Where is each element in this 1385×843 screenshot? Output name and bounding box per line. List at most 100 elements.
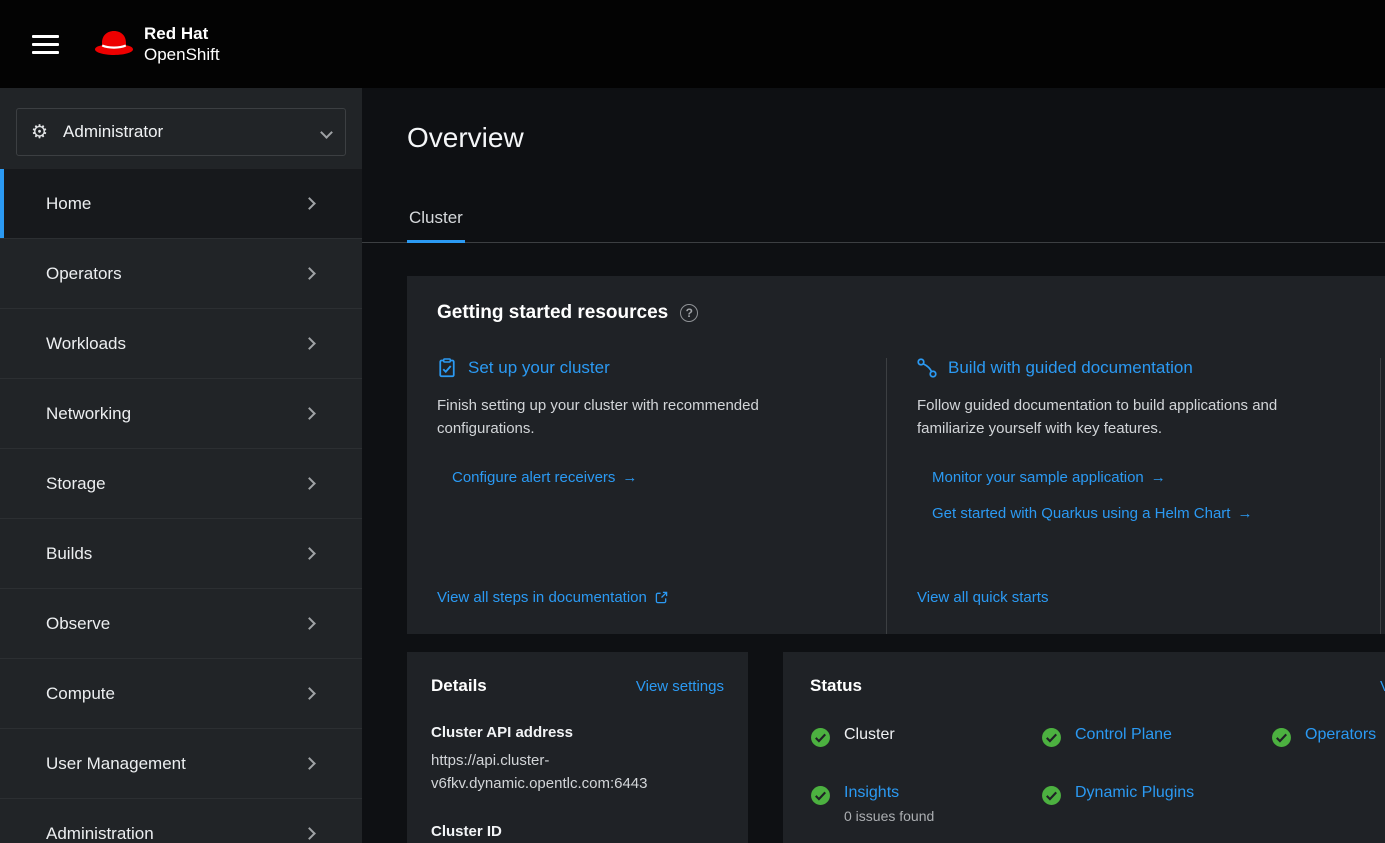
chevron-right-icon bbox=[303, 337, 316, 350]
guided-documentation-section: Build with guided documentation Follow g… bbox=[887, 358, 1381, 634]
cluster-api-address-label: Cluster API address bbox=[431, 724, 724, 741]
perspective-label: Administrator bbox=[63, 122, 163, 142]
cluster-status-label: Cluster bbox=[844, 726, 895, 744]
view-all-quick-starts-link[interactable]: View all quick starts bbox=[917, 589, 1048, 606]
setup-cluster-description: Finish setting up your cluster with reco… bbox=[437, 394, 787, 441]
tab-cluster-label: Cluster bbox=[409, 208, 463, 227]
dashboard-cards-row: Details View settings Cluster API addres… bbox=[407, 652, 1385, 843]
check-circle-icon bbox=[810, 785, 831, 806]
chevron-right-icon bbox=[303, 547, 316, 560]
monitor-sample-application-link[interactable]: Monitor your sample application→ bbox=[932, 469, 1350, 486]
getting-started-title-row: Getting started resources ? bbox=[407, 302, 1385, 324]
status-card: Status V Cluster bbox=[783, 652, 1385, 843]
guided-documentation-heading-link[interactable]: Build with guided documentation bbox=[948, 358, 1193, 378]
insights-link[interactable]: Insights bbox=[844, 784, 899, 801]
link-label: Configure alert receivers bbox=[452, 469, 615, 486]
sidebar-item-compute[interactable]: Compute bbox=[0, 658, 362, 728]
chevron-right-icon bbox=[303, 267, 316, 280]
link-label: Monitor your sample application bbox=[932, 469, 1144, 486]
chevron-right-icon bbox=[303, 407, 316, 420]
status-item-control-plane: Control Plane bbox=[1041, 726, 1271, 748]
check-circle-icon bbox=[1041, 785, 1062, 806]
status-item-insights: Insights 0 issues found bbox=[810, 784, 1041, 824]
masthead: Red Hat OpenShift bbox=[0, 0, 1385, 88]
perspective-switcher[interactable]: ⚙ Administrator bbox=[16, 108, 346, 156]
guided-documentation-links: Monitor your sample application→ Get sta… bbox=[932, 469, 1350, 522]
chevron-down-icon bbox=[320, 126, 333, 139]
view-all-steps-link[interactable]: View all steps in documentation bbox=[437, 589, 668, 606]
nav-item-label: Builds bbox=[46, 544, 92, 564]
check-circle-icon bbox=[1041, 727, 1062, 748]
nav-item-label: Observe bbox=[46, 614, 110, 634]
redhat-fedora-icon bbox=[93, 28, 135, 60]
status-item-dynamic-plugins: Dynamic Plugins bbox=[1041, 784, 1271, 824]
sidebar-item-administration[interactable]: Administration bbox=[0, 798, 362, 843]
sidebar-item-home[interactable]: Home bbox=[0, 168, 362, 238]
nav-toggle-button[interactable] bbox=[26, 24, 65, 65]
sidebar-item-builds[interactable]: Builds bbox=[0, 518, 362, 588]
guided-documentation-heading-row: Build with guided documentation bbox=[917, 358, 1350, 378]
getting-started-card: Getting started resources ? Set up your … bbox=[407, 276, 1385, 634]
sidebar-item-workloads[interactable]: Workloads bbox=[0, 308, 362, 378]
details-card-head: Details View settings bbox=[431, 676, 724, 696]
insights-status-text: Insights 0 issues found bbox=[844, 784, 934, 824]
chevron-right-icon bbox=[303, 687, 316, 700]
sidebar-item-operators[interactable]: Operators bbox=[0, 238, 362, 308]
status-grid: Cluster Control Plane bbox=[810, 726, 1385, 824]
nav-item-label: Workloads bbox=[46, 334, 126, 354]
arrow-right-icon: → bbox=[622, 469, 637, 486]
overview-dashboard: Getting started resources ? Set up your … bbox=[362, 243, 1385, 843]
dynamic-plugins-link[interactable]: Dynamic Plugins bbox=[1075, 784, 1194, 802]
setup-cluster-heading-row: Set up your cluster bbox=[437, 358, 856, 378]
chevron-right-icon bbox=[303, 757, 316, 770]
view-settings-link[interactable]: View settings bbox=[636, 678, 724, 695]
operators-link[interactable]: Operators bbox=[1305, 726, 1376, 744]
guided-docs-icon bbox=[917, 358, 937, 378]
brand-logo[interactable]: Red Hat OpenShift bbox=[93, 23, 220, 66]
nav-item-label: Compute bbox=[46, 684, 115, 704]
getting-started-columns: Set up your cluster Finish setting up yo… bbox=[407, 358, 1385, 634]
link-label: Get started with Quarkus using a Helm Ch… bbox=[932, 505, 1230, 522]
sidebar-item-observe[interactable]: Observe bbox=[0, 588, 362, 658]
sidebar-item-storage[interactable]: Storage bbox=[0, 448, 362, 518]
nav-item-label: Storage bbox=[46, 474, 106, 494]
sidebar-nav: ⚙ Administrator Home Operators Workloads… bbox=[0, 88, 362, 843]
configure-alert-receivers-link[interactable]: Configure alert receivers → bbox=[452, 469, 856, 486]
brand-openshift: OpenShift bbox=[144, 44, 220, 65]
chevron-right-icon bbox=[303, 617, 316, 630]
status-item-cluster: Cluster bbox=[810, 726, 1041, 748]
brand-redhat: Red Hat bbox=[144, 23, 220, 44]
tab-bar: Cluster bbox=[362, 208, 1385, 243]
tab-cluster[interactable]: Cluster bbox=[407, 208, 465, 242]
nav-item-label: Operators bbox=[46, 264, 122, 284]
insights-issues-count: 0 issues found bbox=[844, 808, 934, 824]
help-icon[interactable]: ? bbox=[680, 304, 698, 322]
setup-cluster-heading-link[interactable]: Set up your cluster bbox=[468, 358, 610, 378]
nav-item-label: Networking bbox=[46, 404, 131, 424]
status-card-head: Status bbox=[810, 676, 1385, 696]
hamburger-icon bbox=[32, 35, 59, 54]
sidebar-item-user-management[interactable]: User Management bbox=[0, 728, 362, 798]
status-title: Status bbox=[810, 676, 862, 696]
getting-started-title: Getting started resources bbox=[437, 302, 668, 324]
control-plane-link[interactable]: Control Plane bbox=[1075, 726, 1172, 744]
details-title: Details bbox=[431, 676, 487, 696]
page-title: Overview bbox=[407, 122, 1340, 154]
sidebar-item-networking[interactable]: Networking bbox=[0, 378, 362, 448]
quarkus-helm-chart-link[interactable]: Get started with Quarkus using a Helm Ch… bbox=[932, 505, 1350, 522]
chevron-right-icon bbox=[303, 827, 316, 840]
check-circle-icon bbox=[810, 727, 831, 748]
main-content: Overview Cluster Getting started resourc… bbox=[362, 88, 1385, 843]
brand-text: Red Hat OpenShift bbox=[144, 23, 220, 66]
arrow-right-icon: → bbox=[1237, 505, 1252, 522]
link-label: View all steps in documentation bbox=[437, 589, 647, 606]
chevron-right-icon bbox=[303, 477, 316, 490]
view-alerts-link-truncated[interactable]: V bbox=[1380, 678, 1385, 695]
check-circle-icon bbox=[1271, 727, 1292, 748]
external-link-icon bbox=[655, 591, 668, 604]
gear-icon: ⚙ bbox=[31, 123, 48, 142]
status-item-operators: Operators bbox=[1271, 726, 1385, 748]
guided-documentation-description: Follow guided documentation to build app… bbox=[917, 394, 1309, 441]
setup-cluster-section: Set up your cluster Finish setting up yo… bbox=[407, 358, 887, 634]
cutoff-column bbox=[1381, 358, 1385, 634]
